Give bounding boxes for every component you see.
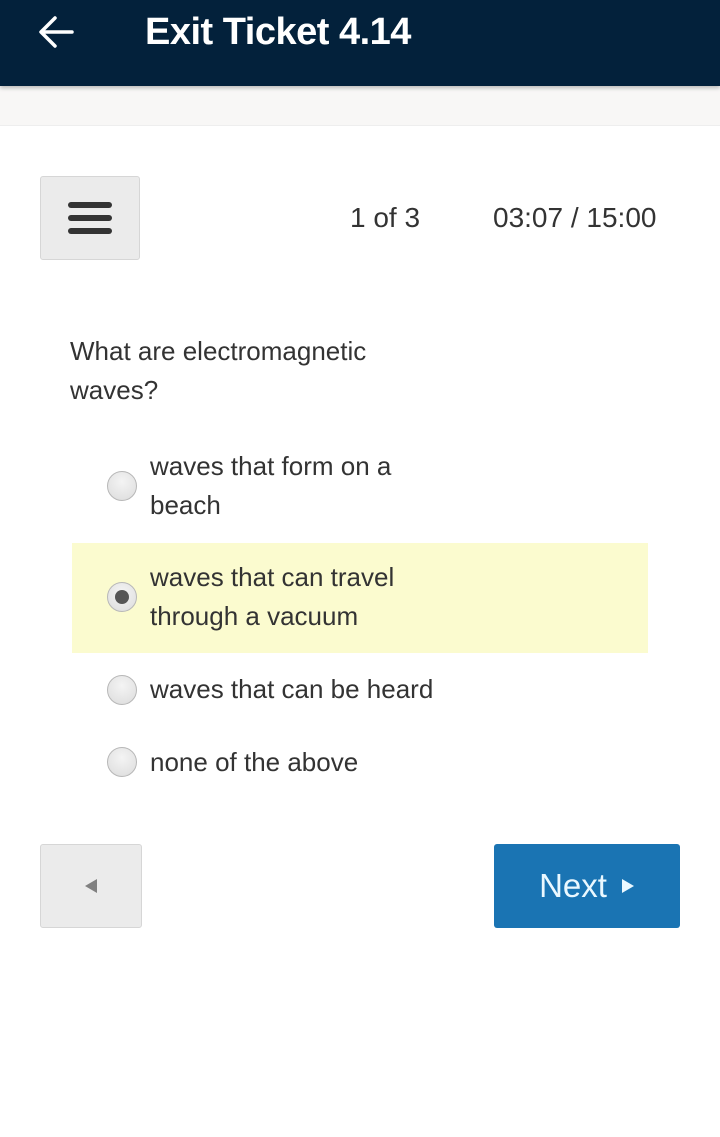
- question-progress: 1 of 3: [350, 202, 421, 233]
- radio-button[interactable]: [107, 675, 137, 705]
- arrow-left-icon: [39, 16, 74, 48]
- previous-button[interactable]: [40, 844, 142, 928]
- page-title: Exit Ticket 4.14: [145, 11, 411, 53]
- radio-button[interactable]: [107, 747, 137, 777]
- triangle-left-icon: [85, 879, 97, 893]
- answer-option-selected[interactable]: waves that can travel through a vacuum: [72, 543, 648, 653]
- answer-option-label: waves that can be heard: [150, 674, 434, 704]
- answer-option[interactable]: none of the above: [72, 741, 648, 785]
- hamburger-menu-icon: [68, 202, 112, 234]
- answer-option[interactable]: waves that form on a beach: [72, 447, 648, 543]
- radio-button-checked[interactable]: [107, 582, 137, 612]
- answer-option-label: waves that can travel through a vacuum: [150, 562, 395, 631]
- sub-header-bar: [0, 86, 720, 126]
- question-text: What are electromagnetic waves?: [70, 336, 367, 405]
- triangle-right-icon: [621, 879, 634, 893]
- back-button[interactable]: [28, 10, 84, 54]
- next-button-label: Next: [539, 867, 607, 904]
- timer: 03:07 / 15:00: [493, 202, 657, 233]
- answer-option-label: waves that form on a beach: [150, 451, 392, 520]
- question-menu-button[interactable]: [40, 176, 140, 260]
- answer-option-label: none of the above: [150, 747, 359, 777]
- answer-option[interactable]: waves that can be heard: [72, 668, 648, 712]
- next-button[interactable]: Next: [494, 844, 680, 928]
- app-bar: Exit Ticket 4.14: [0, 0, 720, 86]
- radio-button[interactable]: [107, 471, 137, 501]
